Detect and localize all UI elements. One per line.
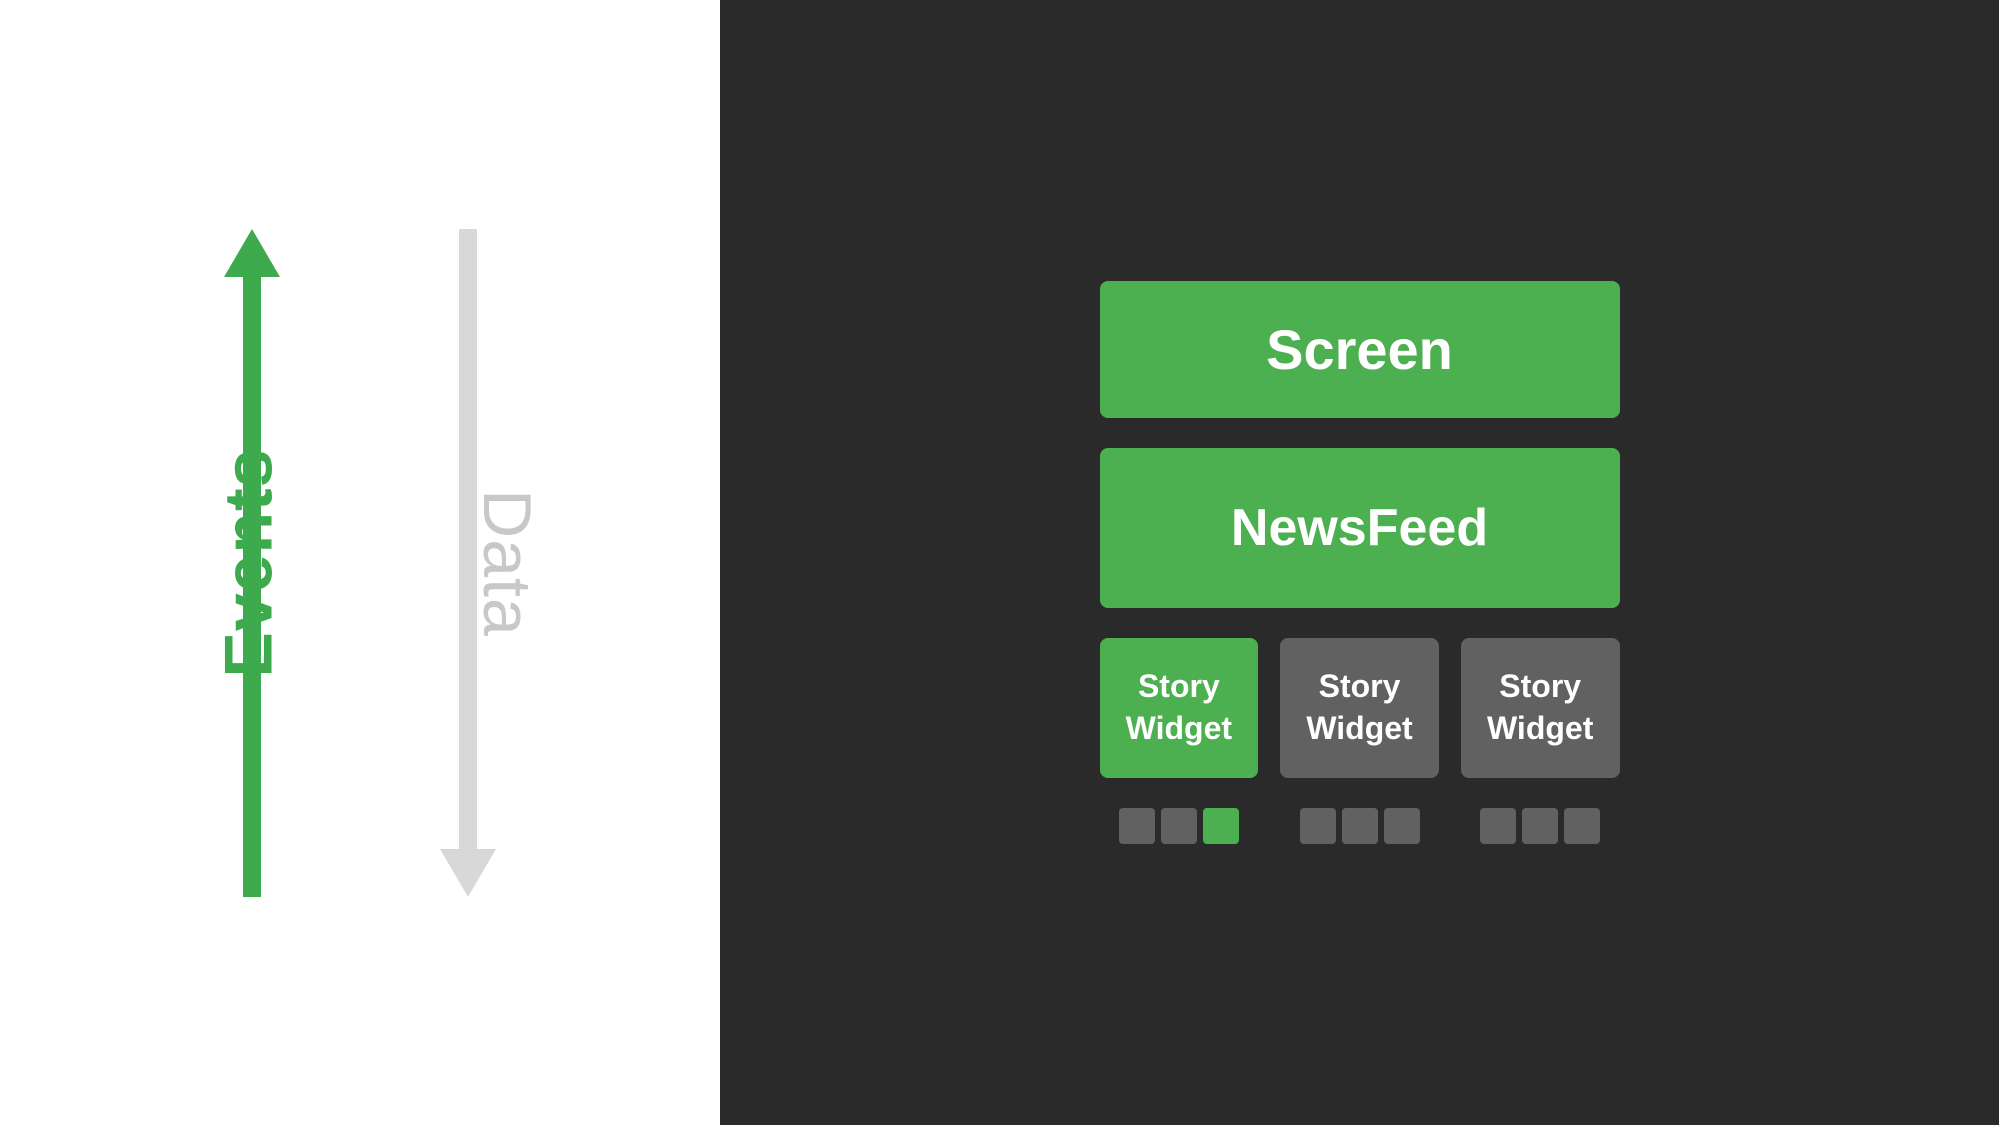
indicator-dot-active [1203,808,1239,844]
indicator-dot [1564,808,1600,844]
events-label: Events [210,448,288,677]
events-arrow-container: Events [224,229,280,897]
story-indicators-row [1100,808,1620,844]
story-widget-1: StoryWidget [1100,638,1259,777]
right-panel: Screen NewsFeed StoryWidget StoryWidget … [720,0,1999,1125]
left-panel: Events Data [0,0,720,1125]
story-widgets-row: StoryWidget StoryWidget StoryWidget [1100,638,1620,777]
indicator-dot [1522,808,1558,844]
newsfeed-block: NewsFeed [1100,448,1620,608]
story-widget-3: StoryWidget [1461,638,1620,777]
indicator-dot [1480,808,1516,844]
indicator-dot [1342,808,1378,844]
data-arrow-container: Data [440,229,496,897]
arrows-container: Events Data [224,0,496,1125]
indicator-dot [1300,808,1336,844]
indicator-group-2 [1280,808,1439,844]
data-label: Data [468,489,546,637]
indicator-group-3 [1461,808,1620,844]
indicator-dot [1161,808,1197,844]
indicator-dot [1384,808,1420,844]
story-widget-2: StoryWidget [1280,638,1439,777]
events-arrowhead [224,229,280,277]
screen-block: Screen [1100,281,1620,418]
indicator-group-1 [1100,808,1259,844]
indicator-dot [1119,808,1155,844]
data-arrowhead [440,849,496,897]
